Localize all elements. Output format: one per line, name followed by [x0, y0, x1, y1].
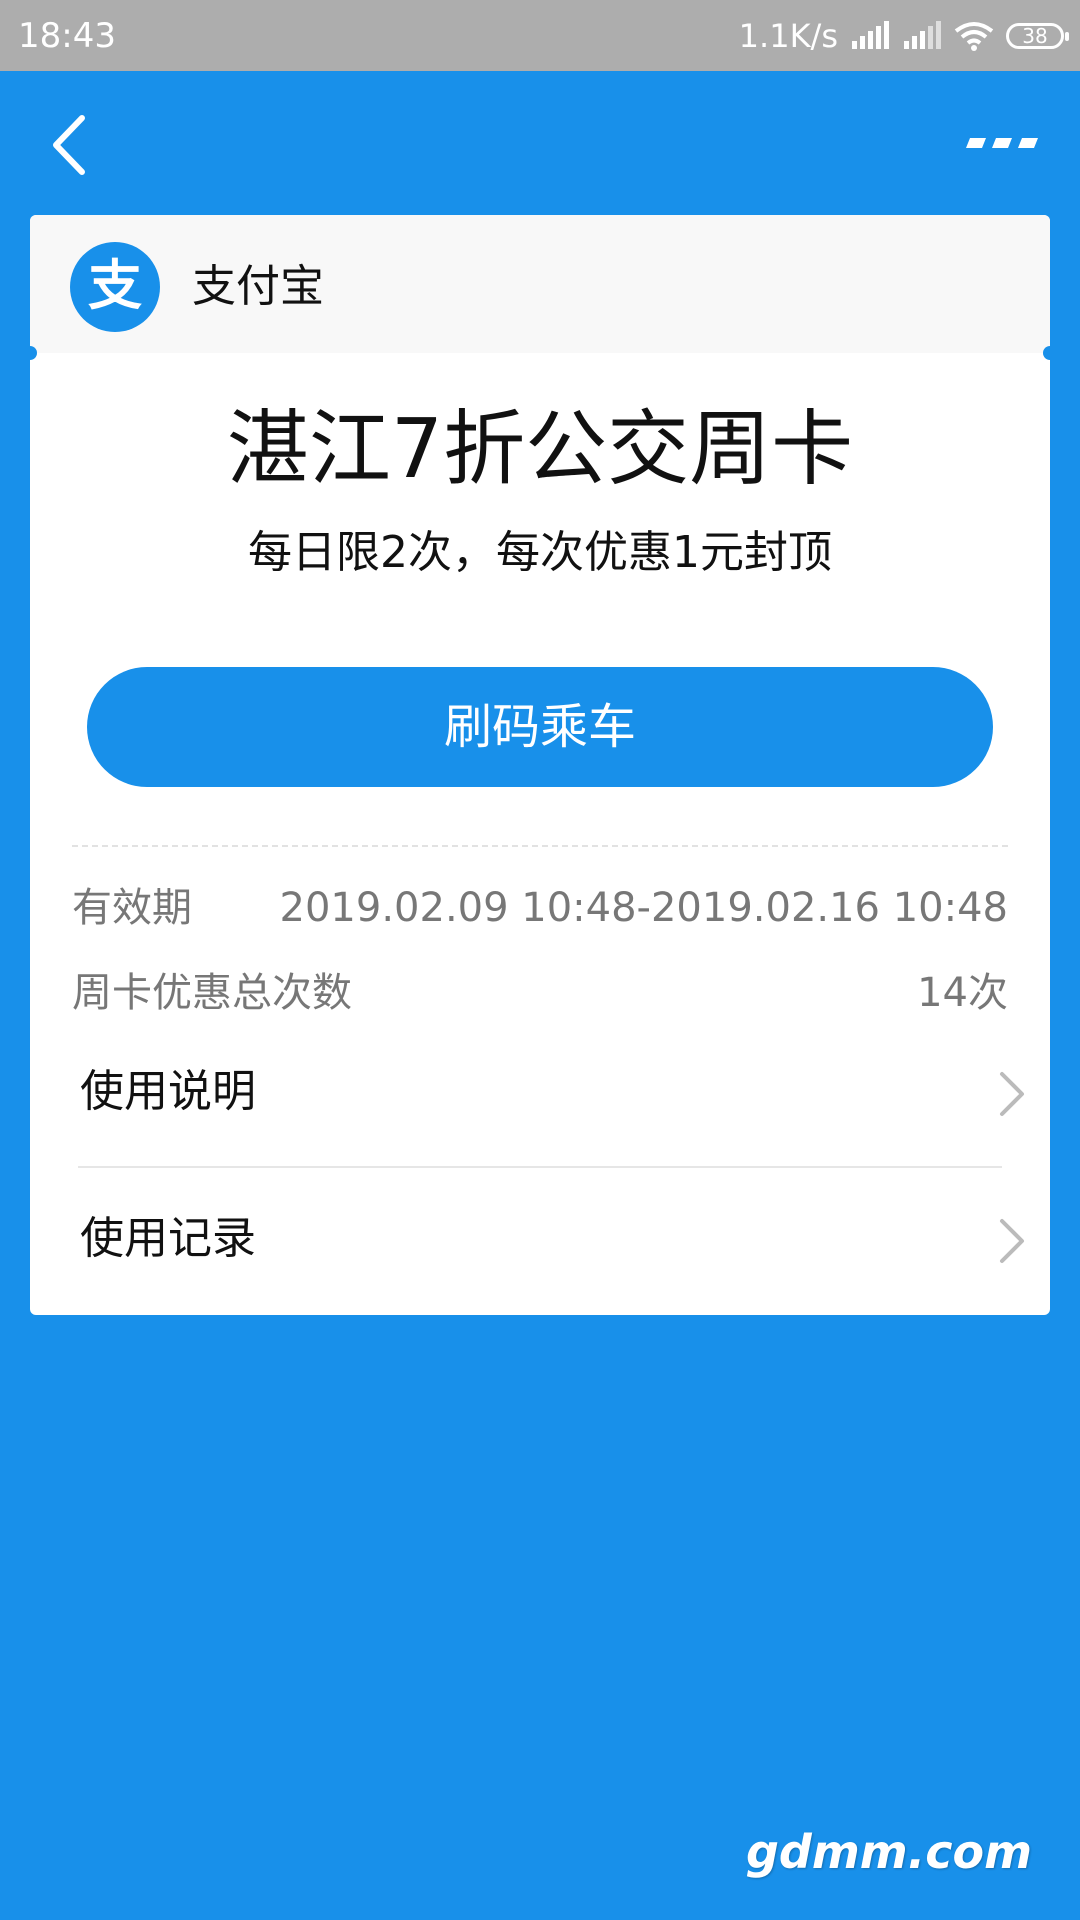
alipay-logo-icon: 支 — [70, 242, 160, 332]
logo-char: 支 — [88, 254, 142, 317]
validity-label: 有效期 — [72, 885, 192, 931]
signal-icon — [852, 21, 889, 49]
watermark: gdmm.com — [746, 1825, 1032, 1879]
wifi-icon — [954, 22, 994, 51]
more-button[interactable] — [960, 122, 1040, 162]
chevron-right-icon — [1000, 1219, 1024, 1263]
back-button[interactable] — [40, 110, 100, 180]
card-notch-right — [1043, 346, 1050, 360]
signal-icon — [904, 21, 941, 49]
weekly-card: 支 支付宝 湛江7折公交周卡 每日限2次，每次优惠1元封顶 刷码乘车 有效期 2… — [30, 215, 1050, 1315]
battery-level: 38 — [1022, 24, 1048, 48]
scan-to-ride-button[interactable]: 刷码乘车 — [87, 667, 993, 787]
list-divider — [78, 1166, 1002, 1168]
validity-value: 2019.02.09 10:48-2019.02.16 10:48 — [279, 885, 1008, 931]
card-header: 支 支付宝 — [30, 215, 1050, 353]
status-indicators: 1.1K/s 38 — [738, 14, 1069, 58]
battery-icon: 38 — [1006, 23, 1069, 49]
dashed-divider — [72, 845, 1008, 847]
discount-count-value: 14次 — [917, 970, 1008, 1016]
more-dots-icon — [966, 138, 1038, 148]
usage-instructions-item[interactable]: 使用说明 — [80, 1044, 1030, 1144]
status-bar: 18:43 1.1K/s 38 — [0, 0, 1080, 71]
status-time: 18:43 — [18, 16, 116, 56]
usage-records-item[interactable]: 使用记录 — [80, 1191, 1030, 1291]
card-title: 湛江7折公交周卡 — [226, 402, 854, 497]
usage-records-label: 使用记录 — [80, 1213, 256, 1264]
chevron-left-icon — [53, 115, 85, 175]
network-speed: 1.1K/s — [738, 17, 838, 55]
card-subtitle: 每日限2次，每次优惠1元封顶 — [248, 527, 832, 578]
usage-instructions-label: 使用说明 — [80, 1066, 256, 1117]
discount-count-label: 周卡优惠总次数 — [72, 970, 352, 1016]
chevron-right-icon — [1000, 1072, 1024, 1116]
app-name: 支付宝 — [192, 261, 324, 312]
